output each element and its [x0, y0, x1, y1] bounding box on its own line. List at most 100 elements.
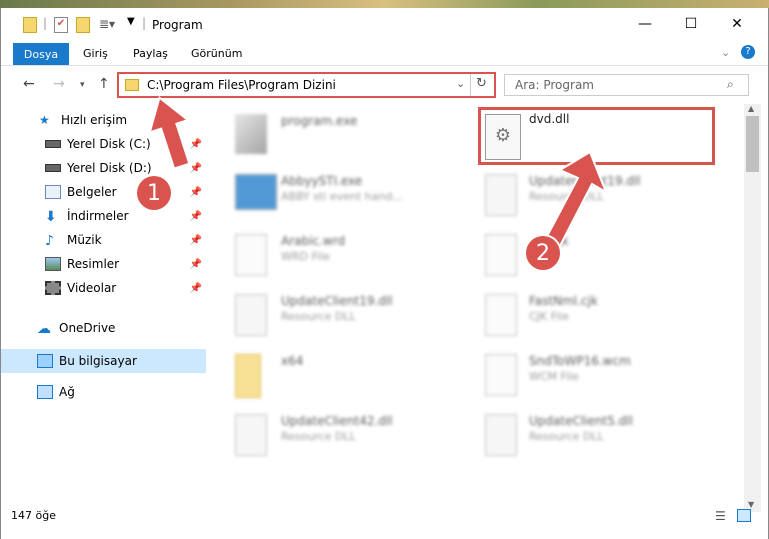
- file-item[interactable]: UpdateClient5.dll Resource DLL: [481, 408, 721, 468]
- file-name: AbbyySTI.exe: [281, 174, 363, 188]
- document-icon: [485, 354, 517, 396]
- tab-view[interactable]: Görünüm: [191, 47, 242, 60]
- tab-share[interactable]: Paylaş: [133, 47, 168, 60]
- sidebar-label: Hızlı erişim: [61, 113, 128, 127]
- download-arrow-icon: ⬇: [45, 209, 57, 225]
- vertical-scrollbar[interactable]: ▲ ▼: [744, 104, 761, 512]
- search-placeholder: Ara: Program: [515, 78, 594, 92]
- properties-icon[interactable]: ✔: [54, 17, 68, 33]
- pin-icon[interactable]: 📌: [190, 211, 202, 222]
- sidebar-item-downloads[interactable]: ⬇ İndirmeler 📌: [1, 204, 206, 228]
- address-path[interactable]: C:\Program Files\Program Dizini: [147, 78, 336, 92]
- file-name: UpdateClient42.dll: [281, 414, 393, 428]
- sidebar-item-documents[interactable]: Belgeler 📌: [1, 180, 206, 204]
- sidebar-item-music[interactable]: ♪ Müzik 📌: [1, 228, 206, 252]
- address-dropdown-icon[interactable]: ⌄: [456, 77, 465, 90]
- help-icon[interactable]: ?: [741, 45, 755, 59]
- title-bar: | ✔ ≣▾ ▼ | Program — ☐ ✕: [1, 8, 768, 40]
- folder-icon: [235, 354, 261, 398]
- desktop-background: [0, 0, 769, 8]
- scrollbar-thumb[interactable]: [746, 116, 759, 172]
- sidebar-item-disk-c[interactable]: Yerel Disk (C:) 📌: [1, 132, 206, 156]
- dll-gear-icon: [485, 174, 517, 216]
- tab-file[interactable]: Dosya: [13, 43, 69, 65]
- close-button[interactable]: ✕: [714, 8, 760, 40]
- expand-ribbon-icon[interactable]: ⌄: [721, 46, 730, 59]
- file-name: UpdateClient19.dll: [281, 294, 393, 308]
- file-description: ABBY sti event hand...: [281, 190, 403, 203]
- sidebar-label: Yerel Disk (C:): [67, 137, 151, 151]
- file-item[interactable]: UpdateClient19.dll Resource DLL: [211, 288, 451, 348]
- sidebar-item-onedrive[interactable]: ☁ OneDrive: [1, 316, 206, 340]
- back-arrow-icon[interactable]: ←: [23, 76, 35, 92]
- file-item[interactable]: Arabic.wrd WRD File: [211, 228, 451, 288]
- scroll-up-icon[interactable]: ▲: [748, 104, 754, 113]
- explorer-window: | ✔ ≣▾ ▼ | Program — ☐ ✕ Dosya Giriş Pay…: [0, 8, 769, 539]
- large-icons-view-icon[interactable]: [737, 509, 751, 522]
- search-icon[interactable]: ⌕: [727, 77, 734, 92]
- window-title: Program: [152, 18, 203, 32]
- pin-icon[interactable]: 📌: [190, 259, 202, 270]
- recent-dropdown-icon[interactable]: ▾: [80, 80, 85, 90]
- file-name: program.exe: [281, 114, 358, 128]
- maximize-button[interactable]: ☐: [668, 8, 714, 40]
- file-item[interactable]: UpdateClient19.dll Resource DLL: [481, 168, 721, 228]
- pin-icon[interactable]: 📌: [190, 163, 202, 174]
- sidebar-label: Resimler: [67, 257, 120, 271]
- up-arrow-icon[interactable]: ↑: [98, 76, 110, 92]
- selection-highlight-box: [478, 107, 715, 165]
- search-box[interactable]: Ara: Program ⌕: [504, 74, 749, 96]
- document-icon: [235, 234, 267, 276]
- separator: |: [142, 16, 147, 30]
- sidebar-label: Ağ: [59, 385, 75, 399]
- refresh-icon[interactable]: ↻: [476, 76, 487, 91]
- tab-home[interactable]: Giriş: [83, 47, 108, 60]
- new-folder-icon[interactable]: [76, 17, 90, 33]
- file-item[interactable]: UpdateClient42.dll Resource DLL: [211, 408, 451, 468]
- sidebar-label: OneDrive: [59, 321, 116, 335]
- quick-access-dropdown-icon[interactable]: ▼: [127, 16, 135, 27]
- dll-gear-icon: [485, 414, 517, 456]
- navigation-pane: ★ Hızlı erişim Yerel Disk (C:) 📌 Yerel D…: [1, 104, 206, 512]
- file-description: Resource DLL: [529, 430, 604, 443]
- file-item[interactable]: AbbyySTI.exe ABBY sti event hand...: [211, 168, 451, 228]
- file-description: Resource DLL: [281, 430, 356, 443]
- sidebar-item-this-pc[interactable]: Bu bilgisayar: [1, 349, 206, 373]
- sidebar-item-videos[interactable]: Videolar 📌: [1, 276, 206, 300]
- file-name: FastNml.cjk: [529, 294, 598, 308]
- pin-icon[interactable]: 📌: [190, 283, 202, 294]
- sidebar-item-disk-d[interactable]: Yerel Disk (D:) 📌: [1, 156, 206, 180]
- pin-icon[interactable]: 📌: [190, 139, 202, 150]
- file-description: CJK File: [529, 310, 570, 323]
- file-item[interactable]: FastNml.cjk CJK File: [481, 288, 721, 348]
- folder-icon: [125, 79, 139, 91]
- file-item[interactable]: x64: [211, 348, 451, 408]
- file-name: UpdateClient5.dll: [529, 414, 633, 428]
- divider: [470, 74, 471, 96]
- file-name: UpdateClient19.dll: [529, 174, 641, 188]
- file-item[interactable]: program.exe: [211, 108, 451, 168]
- pin-icon[interactable]: 📌: [190, 187, 202, 198]
- documents-icon: [45, 185, 61, 199]
- annotation-badge-1: 1: [137, 176, 171, 210]
- customize-toolbar-icon[interactable]: ≣▾: [99, 17, 115, 33]
- file-description: Resource DLL: [281, 310, 356, 323]
- separator: |: [43, 16, 48, 30]
- folder-icon: [23, 17, 37, 33]
- minimize-button[interactable]: —: [622, 8, 668, 40]
- sidebar-item-quick-access[interactable]: ★ Hızlı erişim: [1, 108, 206, 132]
- cloud-icon: ☁: [37, 321, 51, 337]
- annotation-badge-2: 2: [526, 236, 560, 270]
- pin-icon[interactable]: 📌: [190, 235, 202, 246]
- file-item[interactable]: SndToWP16.wcm WCM File: [481, 348, 721, 408]
- sidebar-item-network[interactable]: Ağ: [1, 380, 206, 404]
- sidebar-label: Müzik: [67, 233, 102, 247]
- sidebar-item-pictures[interactable]: Resimler 📌: [1, 252, 206, 276]
- file-name: SndToWP16.wcm: [529, 354, 631, 368]
- file-description: WCM File: [529, 370, 579, 383]
- file-item[interactable]: ...n.cjk: [481, 228, 721, 288]
- details-view-icon[interactable]: ☰: [715, 509, 726, 523]
- address-bar[interactable]: C:\Program Files\Program Dizini ⌄ ↻: [117, 72, 496, 98]
- file-name: Arabic.wrd: [281, 234, 346, 248]
- forward-arrow-icon[interactable]: →: [53, 76, 65, 92]
